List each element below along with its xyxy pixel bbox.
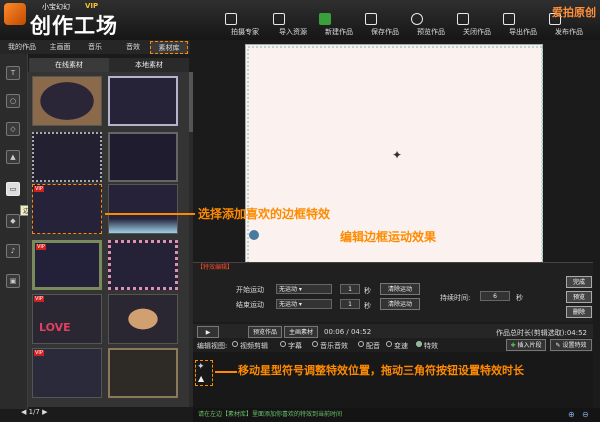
start-motion-select[interactable]: 无运动 ▾	[276, 284, 332, 294]
frame-icon[interactable]: ▭	[6, 182, 20, 196]
end-unit: 秒	[364, 302, 371, 310]
duration-input[interactable]: 6	[480, 291, 510, 301]
frame-thumbnail[interactable]: VIP LOVE	[32, 294, 102, 344]
page-indicator[interactable]: ◀ 1/7 ▶	[21, 408, 47, 416]
time-display: 00:06 / 04:52	[324, 328, 372, 336]
camera-expert-button[interactable]: 拍摄专家	[208, 13, 259, 36]
frame-thumbnail[interactable]	[108, 240, 178, 290]
effect-timeline[interactable]: ✦ ▲	[193, 352, 593, 408]
new-icon	[319, 13, 331, 25]
close-icon	[457, 13, 469, 25]
clear-end-motion-button[interactable]: 清除运动	[380, 298, 420, 310]
done-button[interactable]: 完成	[566, 276, 592, 288]
image-icon[interactable]: ▣	[6, 274, 20, 288]
frame-thumbnail-grid: VIP VIP VIP LOVE VIP	[28, 72, 190, 407]
start-motion-seconds[interactable]: 1	[340, 284, 360, 294]
end-motion-label: 结束运动	[236, 301, 264, 309]
insert-clip-button[interactable]: ✚ 插入片段	[506, 339, 546, 351]
preview-effect-button[interactable]: 预览	[566, 291, 592, 303]
radio-speed[interactable]	[386, 341, 392, 347]
main-tabs: 我的作品 主画面 音乐 音效 素材库	[0, 40, 190, 54]
frame-thumbnail[interactable]	[108, 132, 178, 182]
frame-thumbnail[interactable]	[108, 76, 178, 126]
start-unit: 秒	[364, 287, 371, 295]
vip-badge: VIP	[85, 2, 99, 10]
frame-thumbnail[interactable]	[108, 184, 178, 234]
love-text: LOVE	[39, 321, 71, 334]
import-icon	[273, 13, 285, 25]
timeline-triangle-handle-icon[interactable]: ▲	[198, 374, 204, 383]
top-bar: 小宝幻幻 VIP 创作工场 拍摄专家 导入资源 新建作品 保存作品 预览作品 关…	[0, 0, 600, 40]
radio-subtitle[interactable]	[280, 341, 286, 347]
duration-label: 持续时间:	[440, 294, 471, 302]
delete-effect-button[interactable]: 删除	[566, 306, 592, 318]
tab-online-material[interactable]: 在线素材	[29, 58, 109, 72]
category-sidebar: T ○ ◇ ▲ ▭ ◆ ♪ ▣	[0, 54, 28, 409]
import-button[interactable]: 导入资源	[256, 13, 307, 36]
export-work-button[interactable]: 导出作品	[486, 13, 537, 36]
effects-panel-title: 【特效编辑】	[197, 264, 234, 271]
tab-local-material[interactable]: 本地素材	[109, 58, 189, 72]
export-icon	[503, 13, 515, 25]
zoom-icon[interactable]: ○	[6, 94, 20, 108]
drop-icon[interactable]: ◆	[6, 214, 20, 228]
tab-sound-effects[interactable]: 音效	[118, 41, 148, 54]
zoom-in-icon[interactable]: ⊕	[568, 410, 575, 419]
edit-view-label: 编辑视图:	[197, 342, 228, 350]
pen-icon: ✎	[555, 342, 561, 349]
end-motion-select[interactable]: 无运动 ▾	[276, 299, 332, 309]
save-work-button[interactable]: 保存作品	[348, 13, 399, 36]
shape-icon[interactable]: ◇	[6, 122, 20, 136]
radio-effects[interactable]	[416, 341, 422, 347]
annotation-line	[105, 213, 195, 215]
frame-thumbnail[interactable]: VIP	[32, 348, 102, 398]
radio-video-clip[interactable]	[232, 341, 238, 347]
tab-music[interactable]: 音乐	[80, 41, 110, 54]
set-effect-button[interactable]: ✎ 设置特效	[550, 339, 592, 351]
preview-work-button[interactable]: 预览作品	[394, 13, 445, 36]
frame-thumbnail[interactable]	[32, 76, 102, 126]
watermark: 爱拍原创	[552, 6, 596, 19]
frame-thumbnail[interactable]	[32, 132, 102, 182]
close-work-button[interactable]: 关闭作品	[440, 13, 491, 36]
frame-thumbnail-selected[interactable]: VIP	[32, 184, 102, 234]
total-duration: 作品总时长(剪辑选取):04:52	[496, 329, 587, 337]
text-icon[interactable]: T	[6, 66, 20, 80]
end-motion-seconds[interactable]: 1	[340, 299, 360, 309]
tab-material-library[interactable]: 素材库	[150, 41, 188, 54]
zoom-out-icon[interactable]: ⊖	[582, 410, 589, 419]
tab-my-works[interactable]: 我的作品	[2, 41, 42, 54]
scene-icon[interactable]: ▲	[6, 150, 20, 164]
tab-main-screen[interactable]: 主画面	[42, 41, 78, 54]
save-icon	[365, 13, 377, 25]
annotation-move-star: 移动星型符号调整特效位置，拖动三角符按钮设置特效时长	[238, 364, 524, 377]
annotation-select-frame: 选择添加喜欢的边框特效	[198, 207, 331, 221]
status-bar: 请在左边【素材库】里面添加你喜欢的特效到当前时间	[193, 408, 600, 422]
start-motion-label: 开始运动	[236, 286, 264, 294]
camera-icon	[225, 13, 237, 25]
preview-work-tab[interactable]: 预览作品	[248, 326, 282, 338]
material-subtabs: 在线素材 本地素材	[29, 58, 189, 72]
radio-music-sfx[interactable]	[312, 341, 318, 347]
music-note-icon[interactable]: ♪	[6, 244, 20, 258]
duration-unit: 秒	[516, 294, 523, 302]
radio-dubbing[interactable]	[358, 341, 364, 347]
timeline-star-icon[interactable]: ✦	[197, 362, 205, 372]
play-button[interactable]: ▶	[197, 326, 219, 338]
annotation-edit-motion: 编辑边框运动效果	[340, 230, 437, 244]
annotation-line-2	[215, 371, 237, 373]
eye-icon	[411, 13, 423, 25]
move-star-icon: ✦	[392, 148, 402, 162]
plus-icon: ✚	[510, 342, 516, 349]
main-material-tab[interactable]: 主画素材	[284, 326, 318, 338]
frame-thumbnail[interactable]: VIP	[32, 240, 102, 290]
frame-thumbnail[interactable]	[108, 294, 178, 344]
new-work-button[interactable]: 新建作品	[302, 13, 353, 36]
app-logo-icon	[4, 3, 26, 25]
frame-thumbnail[interactable]	[108, 348, 178, 398]
clear-start-motion-button[interactable]: 清除运动	[380, 283, 420, 295]
app-title: 创作工场	[30, 14, 118, 38]
